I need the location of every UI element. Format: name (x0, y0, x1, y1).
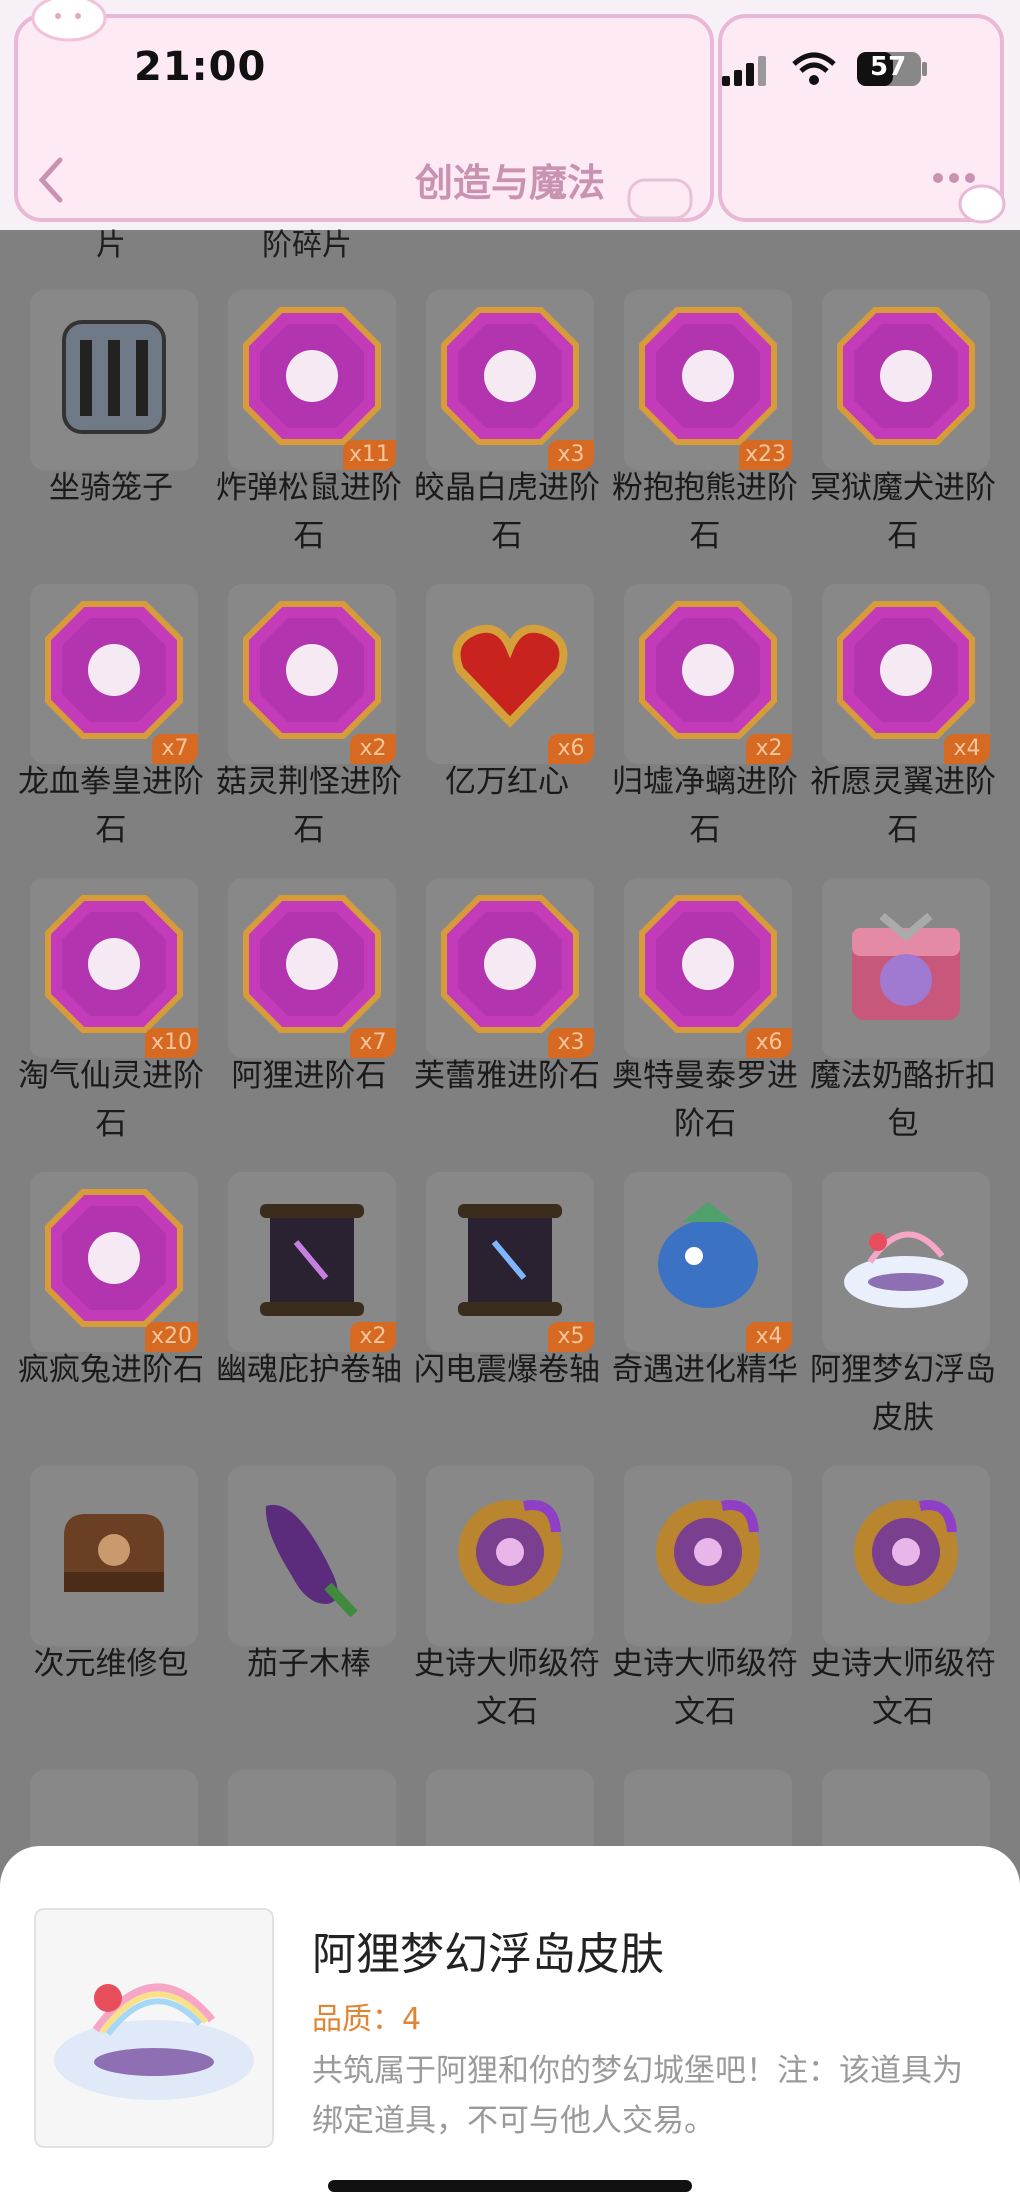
detail-item-name: 阿狸梦幻浮岛皮肤 (312, 1929, 664, 1980)
fairy-icon (38, 888, 190, 1040)
item-tile[interactable]: x2 (228, 1172, 396, 1352)
item-tile[interactable] (426, 1466, 594, 1646)
item-tile[interactable]: x4 (624, 1172, 792, 1352)
more-menu-icon[interactable] (930, 170, 1010, 224)
item-tile[interactable]: x2 (624, 584, 792, 764)
cage-icon (38, 300, 190, 452)
bread-decoration-icon (627, 178, 693, 220)
item-tile[interactable]: x3 (426, 878, 594, 1058)
item-label: 皎晶白虎进阶石 (414, 470, 600, 554)
item-label: 奇遇进化精华 (612, 1352, 798, 1388)
item-label: 炸弹松鼠进阶石 (216, 470, 402, 554)
partial-label-2: 阶碎片 (262, 228, 352, 263)
item-tile[interactable]: x2 (228, 584, 396, 764)
scroll2-icon (434, 1182, 586, 1334)
item-tile[interactable]: x23 (624, 290, 792, 470)
fang-icon (434, 300, 586, 452)
wing-icon (830, 594, 982, 746)
item-label: 次元维修包 (33, 1646, 189, 1682)
cloud-decoration-icon (31, 0, 107, 42)
item-tile[interactable]: x4 (822, 584, 990, 764)
item-tile[interactable]: x6 (426, 584, 594, 764)
item-tile[interactable]: x20 (30, 1172, 198, 1352)
detail-quality: 品质：4 (312, 2002, 422, 2037)
item-label: 史诗大师级符文石 (414, 1646, 600, 1730)
item-tile[interactable] (624, 1466, 792, 1646)
item-label: 阿狸梦幻浮岛皮肤 (810, 1352, 996, 1436)
item-tile[interactable]: x10 (30, 878, 198, 1058)
acorn-icon (236, 300, 388, 452)
page-title: 创造与魔法 (414, 161, 605, 205)
scroll-icon (236, 1182, 388, 1334)
item-tile[interactable]: x6 (624, 878, 792, 1058)
item-tile[interactable] (822, 1172, 990, 1352)
item-tile[interactable]: x5 (426, 1172, 594, 1352)
home-indicator (328, 2180, 692, 2192)
island-icon (830, 1182, 982, 1334)
item-tile[interactable] (30, 1466, 198, 1646)
item-label: 祈愿灵翼进阶石 (810, 764, 996, 848)
item-label: 龙血拳皇进阶石 (18, 764, 204, 848)
item-label: 史诗大师级符文石 (612, 1646, 798, 1730)
item-detail-sheet: 阿狸梦幻浮岛皮肤 品质：4 共筑属于阿狸和你的梦幻城堡吧！注：该道具为绑定道具，… (0, 1846, 1020, 2211)
swirl-icon (830, 300, 982, 452)
item-label: 幽魂庇护卷轴 (216, 1352, 402, 1388)
fox-icon (236, 888, 388, 1040)
rune-icon (830, 1476, 982, 1628)
item-label: 粉抱抱熊进阶石 (612, 470, 798, 554)
dragon-icon (632, 594, 784, 746)
item-label: 亿万红心 (445, 764, 569, 800)
item-label: 疯疯兔进阶石 (18, 1352, 204, 1388)
mushroom-icon (236, 594, 388, 746)
item-label: 奥特曼泰罗进阶石 (612, 1058, 798, 1142)
mask-icon (632, 888, 784, 1040)
item-label: 阿狸进阶石 (231, 1058, 387, 1094)
item-tile[interactable] (822, 1466, 990, 1646)
item-label: 归墟净螭进阶石 (612, 764, 798, 848)
item-tile[interactable] (30, 290, 198, 470)
item-label: 史诗大师级符文石 (810, 1646, 996, 1730)
bull-icon (38, 594, 190, 746)
partial-label-1: 片 (96, 228, 126, 263)
item-label: 魔法奶酪折扣包 (810, 1058, 996, 1142)
item-label: 茄子木棒 (247, 1646, 371, 1682)
item-tile[interactable]: x7 (30, 584, 198, 764)
wifi-icon (792, 52, 836, 85)
island-icon (54, 1983, 254, 2100)
detail-description: 共筑属于阿狸和你的梦幻城堡吧！注：该道具为绑定道具，不可与他人交易。 (312, 2053, 963, 2139)
status-time: 21:00 (134, 44, 267, 90)
item-label: 冥狱魔犬进阶石 (810, 470, 996, 554)
partial-row (12, 1770, 1012, 1850)
flame-icon (434, 888, 586, 1040)
header-bar: 21:00 57 创造与魔法 (0, 0, 1020, 230)
essence-icon (632, 1182, 784, 1334)
item-label: 芙蕾雅进阶石 (414, 1058, 600, 1094)
item-tile[interactable] (228, 1466, 396, 1646)
detail-thumbnail (34, 1908, 274, 2148)
item-label: 菇灵荆怪进阶石 (216, 764, 402, 848)
item-tile[interactable]: x11 (228, 290, 396, 470)
rune-icon (632, 1476, 784, 1628)
eggplant-icon (236, 1476, 388, 1628)
carrot-icon (38, 1182, 190, 1334)
item-tile[interactable]: x7 (228, 878, 396, 1058)
item-tile[interactable] (822, 290, 990, 470)
egg-icon (632, 300, 784, 452)
item-label: 淘气仙灵进阶石 (18, 1058, 204, 1142)
giftbox-icon (830, 888, 982, 1040)
bag-icon (38, 1476, 190, 1628)
battery-level: 57 (870, 52, 907, 82)
item-tile[interactable] (822, 878, 990, 1058)
item-label: 坐骑笼子 (49, 470, 173, 506)
signal-icon (722, 56, 766, 86)
rune-icon (434, 1476, 586, 1628)
item-label: 闪电震爆卷轴 (414, 1352, 600, 1388)
item-tile[interactable]: x3 (426, 290, 594, 470)
heart-icon (434, 594, 586, 746)
